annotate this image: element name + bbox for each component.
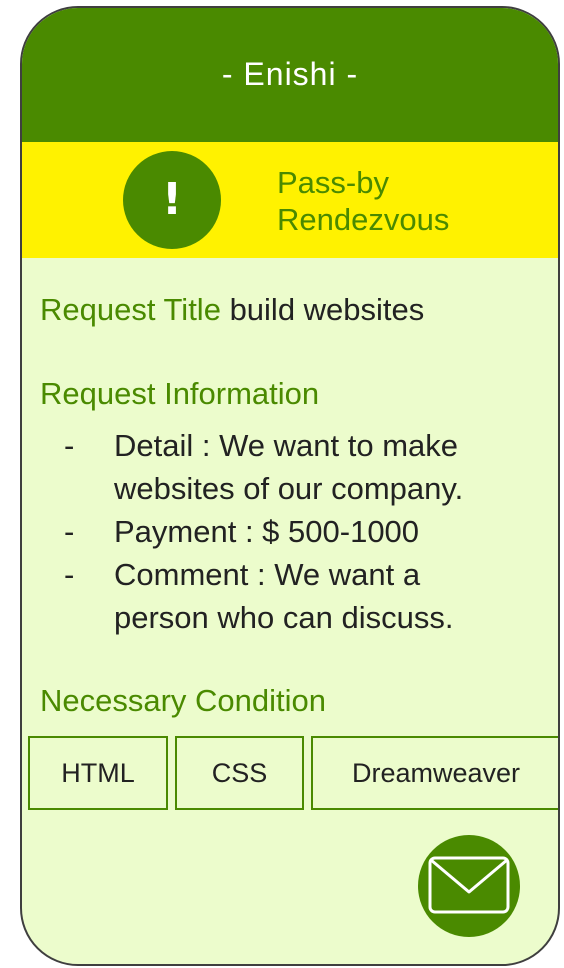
list-item-payment: - Payment : $ 500-1000 — [22, 510, 558, 553]
request-title-row: Request Title build websites — [40, 292, 424, 328]
request-information-list: - Detail : We want to make websites of o… — [22, 424, 558, 639]
alert-message-line-2: Rendezvous — [277, 202, 450, 237]
exclamation-icon: ! — [123, 151, 221, 249]
send-message-button[interactable] — [418, 835, 520, 937]
request-information-heading: Request Information — [40, 376, 320, 411]
tag-dreamweaver: Dreamweaver — [311, 736, 558, 810]
alert-message: Pass-by Rendezvous — [277, 164, 449, 238]
necessary-condition-heading: Necessary Condition — [40, 683, 327, 718]
app-title: - Enishi - — [221, 56, 359, 92]
phone-frame: - Enishi - ! Pass-by Rendezvous Request … — [20, 6, 560, 966]
list-dash: - — [64, 557, 75, 592]
envelope-icon — [428, 856, 510, 914]
app-header: - Enishi - — [22, 8, 558, 142]
list-dash: - — [64, 428, 75, 463]
list-item-comment: - Comment : We want a person who can dis… — [22, 553, 558, 639]
tag-html: HTML — [28, 736, 168, 810]
payment-line: Payment : $ 500-1000 — [114, 514, 420, 549]
comment-line-1: Comment : We want a — [114, 557, 421, 592]
tag-css: CSS — [175, 736, 304, 810]
request-title-value: build websites — [229, 292, 425, 327]
detail-line-1: Detail : We want to make — [114, 428, 459, 463]
alert-message-line-1: Pass-by — [277, 165, 389, 200]
comment-line-2: person who can discuss. — [114, 600, 454, 635]
detail-line-2: websites of our company. — [114, 471, 464, 506]
list-item-detail: - Detail : We want to make websites of o… — [22, 424, 558, 510]
encounter-alert-bar[interactable]: ! Pass-by Rendezvous — [22, 142, 558, 258]
list-dash: - — [64, 514, 75, 549]
request-title-label: Request Title — [40, 292, 221, 327]
